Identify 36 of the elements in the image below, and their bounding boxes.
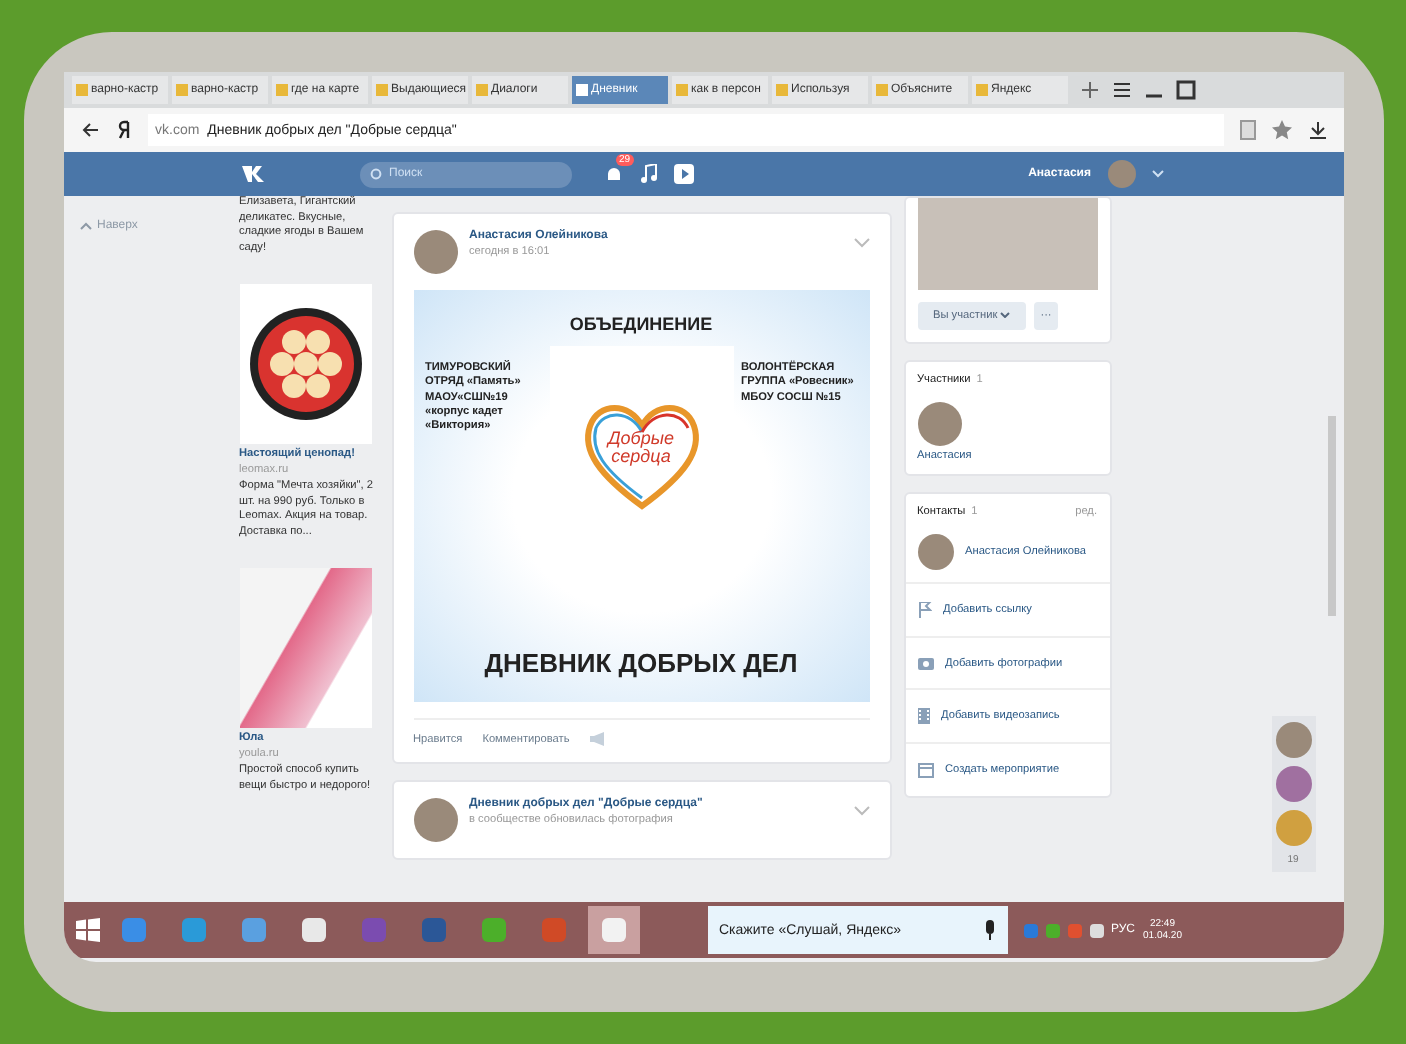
photo-placeholder[interactable] (239, 568, 371, 729)
member-avatar[interactable] (917, 402, 961, 446)
author-avatar[interactable] (413, 230, 457, 274)
poster-heading: ОБЪЕДИНЕНИЕ (569, 314, 713, 334)
chevron-icon[interactable] (853, 806, 869, 816)
menu-icon[interactable] (1111, 80, 1131, 100)
star-icon[interactable] (1271, 120, 1291, 140)
pan-drawing[interactable] (239, 284, 371, 445)
play-icon[interactable] (673, 164, 693, 184)
yandex-logo-icon[interactable] (115, 120, 131, 140)
maximize-icon[interactable] (1175, 80, 1195, 100)
author-avatar[interactable] (413, 798, 457, 842)
film-icon (917, 708, 929, 724)
poster-footer: ДНЕВНИК ДОБРЫХ ДЕЛ (484, 648, 798, 678)
friend-avatar[interactable] (1275, 766, 1311, 802)
search-icon (369, 167, 383, 181)
chevron-icon[interactable] (853, 238, 869, 248)
reader-icon[interactable] (1239, 120, 1255, 140)
music-icon[interactable] (639, 164, 657, 184)
bell-icon[interactable] (603, 164, 623, 184)
microphone-icon[interactable] (983, 920, 995, 940)
taskbar-app-icon[interactable] (587, 906, 639, 954)
chevron-up-icon[interactable] (79, 222, 91, 230)
friend-avatar[interactable] (1275, 810, 1311, 846)
caret-icon (1000, 312, 1011, 318)
contact-avatar[interactable] (917, 534, 953, 570)
new-tab-icon[interactable] (1079, 80, 1099, 100)
caret-icon[interactable] (1151, 170, 1163, 178)
download-icon[interactable] (1307, 120, 1327, 140)
back-icon[interactable] (79, 120, 99, 140)
calendar-icon (917, 762, 933, 778)
friend-avatar[interactable] (1275, 722, 1311, 758)
camera-icon (917, 656, 933, 670)
scrollbar[interactable] (1327, 416, 1335, 616)
windows-start-icon[interactable] (75, 918, 99, 942)
megaphone-icon[interactable] (589, 732, 606, 746)
